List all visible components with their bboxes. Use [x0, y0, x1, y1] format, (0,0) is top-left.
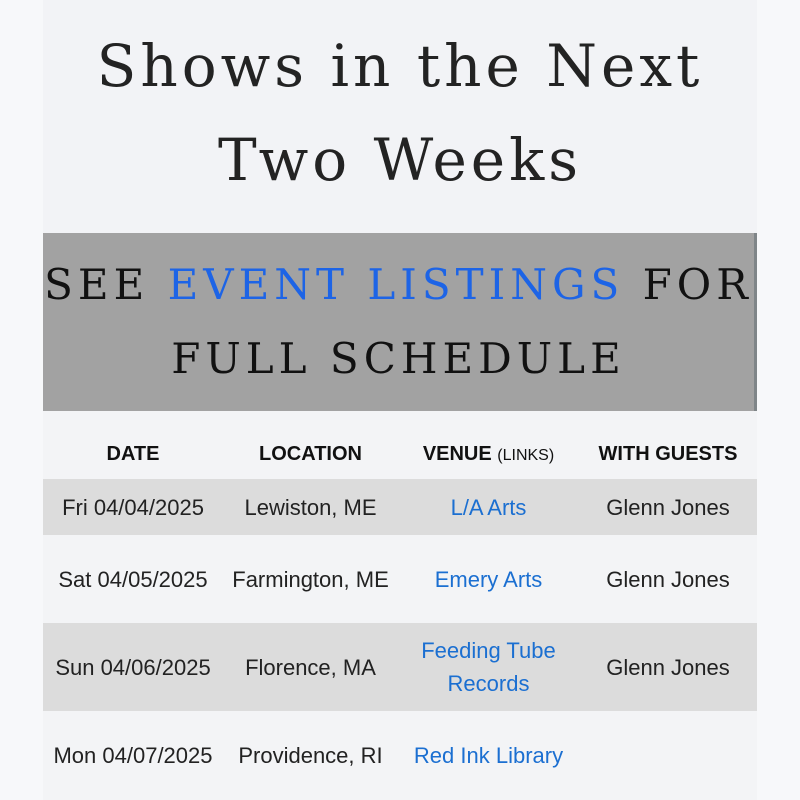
- row-date: Sat 04/05/2025: [58, 566, 208, 592]
- table-header-row: DATE LOCATION VENUE (LINKS) WITH GUESTS: [43, 429, 757, 479]
- row-date: Sun 04/06/2025: [43, 623, 223, 711]
- row-venue: L/A Arts: [398, 479, 579, 535]
- row-guests: Glenn Jones: [579, 623, 757, 711]
- shows-table: DATE LOCATION VENUE (LINKS) WITH GUESTS …: [43, 429, 757, 799]
- row-guests: Glenn Jones: [606, 566, 730, 592]
- banner-line-2: FULL SCHEDULE: [171, 334, 626, 383]
- venue-link[interactable]: Emery Arts: [435, 567, 543, 592]
- schedule-banner: SEE EVENT LISTINGS FOR FULL SCHEDULE: [43, 233, 757, 411]
- venue-link[interactable]: Feeding Tube Records: [421, 638, 556, 696]
- row-location: Lewiston, ME: [223, 479, 398, 535]
- row-location: Florence, MA: [223, 623, 398, 711]
- row-venue: Emery Arts: [398, 535, 579, 623]
- table-row: Sun 04/06/2025 Florence, MA Feeding Tube…: [43, 623, 757, 711]
- hero-heading: Shows in the Next Two Weeks: [43, 0, 757, 233]
- hero-title-line-2: Two Weeks: [217, 125, 583, 194]
- hero-title-line-1: Shows in the Next: [96, 31, 704, 100]
- row-guests: Glenn Jones: [579, 479, 757, 535]
- header-location: LOCATION: [259, 442, 362, 465]
- row-venue: Red Ink Library: [398, 711, 579, 799]
- table-row: Sat 04/05/2025 Farmington, ME Emery Arts…: [43, 535, 757, 623]
- row-location: Farmington, ME: [232, 566, 389, 592]
- header-guests: WITH GUESTS: [598, 442, 738, 465]
- header-venue-label: VENUE: [422, 442, 492, 465]
- banner-for-text: FOR: [642, 260, 753, 309]
- row-date: Fri 04/04/2025: [43, 479, 223, 535]
- banner-see-text: SEE: [44, 260, 150, 309]
- table-row: Fri 04/04/2025 Lewiston, ME L/A Arts Gle…: [43, 479, 757, 535]
- header-date: DATE: [106, 442, 160, 465]
- banner-line-1: SEE EVENT LISTINGS FOR: [44, 248, 753, 322]
- row-location: Providence, RI: [238, 742, 383, 768]
- row-date: Mon 04/07/2025: [53, 742, 213, 768]
- row-guests: [579, 711, 757, 799]
- header-venue: VENUE (LINKS): [398, 429, 579, 479]
- header-venue-note: (LINKS): [497, 446, 555, 464]
- row-venue: Feeding Tube Records: [398, 623, 579, 711]
- event-listings-link[interactable]: EVENT LISTINGS: [168, 260, 625, 309]
- venue-link[interactable]: Red Ink Library: [414, 743, 563, 768]
- venue-link[interactable]: L/A Arts: [451, 495, 527, 520]
- page: Shows in the Next Two Weeks SEE EVENT LI…: [43, 0, 757, 800]
- table-row: Mon 04/07/2025 Providence, RI Red Ink Li…: [43, 711, 757, 799]
